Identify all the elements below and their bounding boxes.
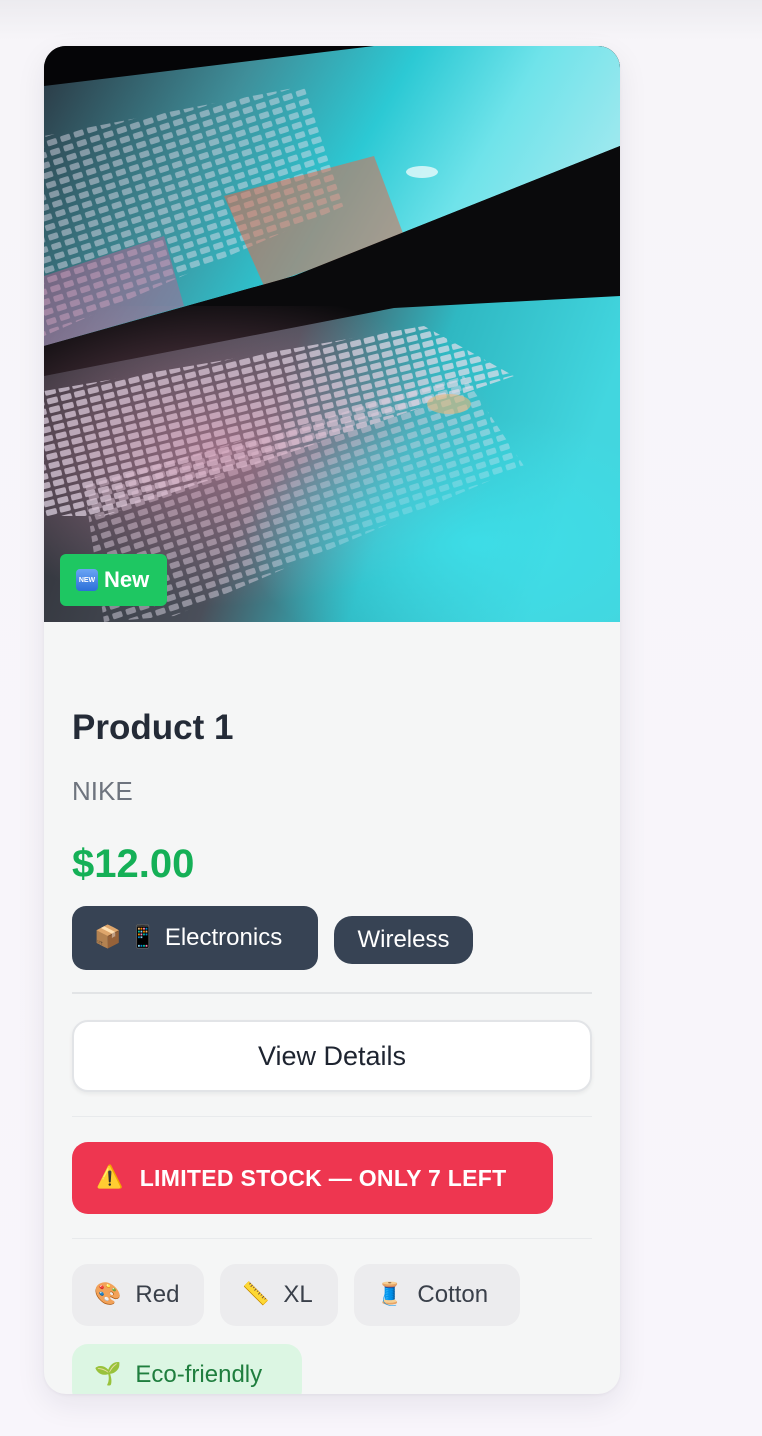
attribute-label: Cotton xyxy=(417,1281,489,1308)
divider xyxy=(72,1238,592,1239)
product-price: $12.00 xyxy=(72,842,195,886)
divider xyxy=(72,1116,592,1117)
product-card[interactable]: NEW New Product 1 NIKE $12.00 📦 📱 Electr… xyxy=(44,46,620,1394)
divider xyxy=(72,992,592,994)
new-icon: NEW xyxy=(76,569,98,591)
laptop-photo xyxy=(44,46,620,622)
category-tag[interactable]: 📦 📱 Electronics xyxy=(72,906,318,970)
view-details-button[interactable]: View Details xyxy=(72,1020,592,1092)
seedling-icon: 🌱 xyxy=(94,1362,122,1387)
ruler-icon: 📏 xyxy=(242,1282,270,1307)
palette-icon: 🎨 xyxy=(94,1282,122,1307)
product-title: Product 1 xyxy=(72,708,234,747)
limited-stock-text: LIMITED STOCK — ONLY 7 LEFT xyxy=(139,1164,507,1191)
attribute-label: Eco-friendly xyxy=(135,1361,263,1388)
product-brand: NIKE xyxy=(72,776,133,806)
attribute-label: XL xyxy=(283,1281,313,1308)
package-icon: 📦 xyxy=(94,925,122,950)
attribute-label: Red xyxy=(135,1281,180,1308)
attribute-material[interactable]: 🧵 Cotton xyxy=(354,1264,520,1326)
new-badge-label: New xyxy=(104,567,150,592)
attribute-color[interactable]: 🎨 Red xyxy=(72,1264,204,1326)
product-image[interactable]: NEW New xyxy=(44,46,620,622)
new-badge: NEW New xyxy=(60,554,168,606)
wireless-tag-label: Wireless xyxy=(357,926,450,953)
wireless-tag[interactable]: Wireless xyxy=(334,916,473,964)
thread-icon: 🧵 xyxy=(376,1282,404,1307)
category-label: Electronics xyxy=(164,924,283,951)
warning-icon: ⚠️ xyxy=(96,1165,124,1190)
attribute-size[interactable]: 📏 XL xyxy=(220,1264,338,1326)
mobile-phone-icon: 📱 xyxy=(129,925,157,950)
limited-stock-alert: ⚠️ LIMITED STOCK — ONLY 7 LEFT xyxy=(72,1142,553,1214)
attribute-eco-friendly[interactable]: 🌱 Eco-friendly xyxy=(72,1344,302,1394)
